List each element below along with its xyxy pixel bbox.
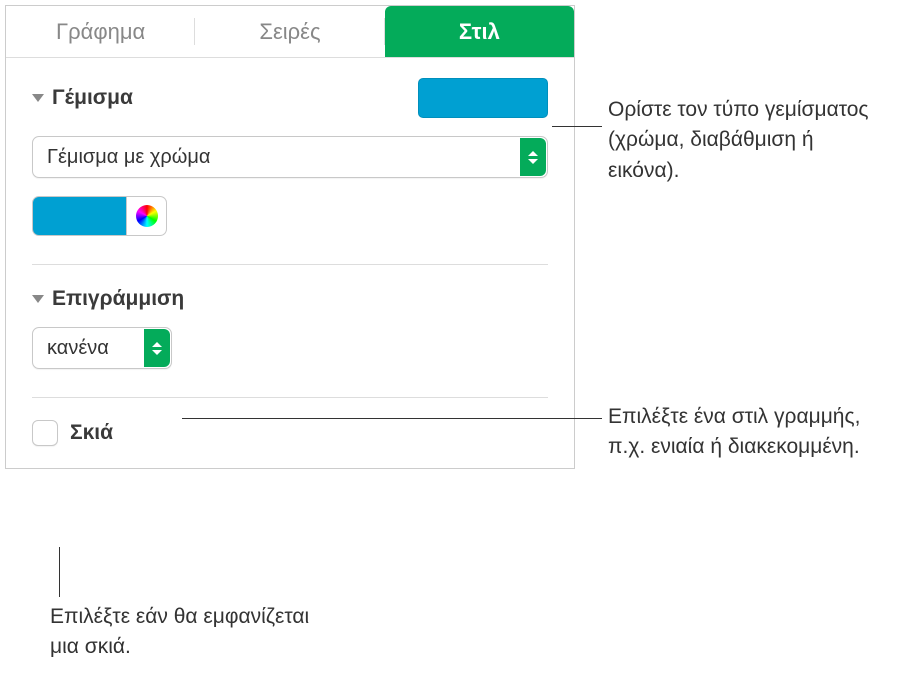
shadow-checkbox[interactable] <box>32 420 58 446</box>
fill-preview-swatch[interactable] <box>418 78 548 118</box>
callout-shadow-toggle: Επιλέξτε εάν θα εμφανίζεται μια σκιά. <box>50 602 310 663</box>
tab-chart[interactable]: Γράφημα <box>6 6 195 57</box>
chevron-down-icon[interactable] <box>32 94 44 102</box>
stroke-title: Επιγράμμιση <box>52 287 184 311</box>
callout-line-style: Επιλέξτε ένα στιλ γραμμής, π.χ. ενιαία ή… <box>608 402 878 463</box>
tab-series[interactable]: Σειρές <box>195 6 384 57</box>
inspector-panel: Γράφημα Σειρές Στιλ Γέμισμα Γέμισμα με χ… <box>5 5 575 469</box>
divider <box>32 397 548 398</box>
dropdown-stepper-icon <box>144 329 170 367</box>
callout-fill-type: Ορίστε τον τύπο γεμίσματος (χρώμα, διαβά… <box>608 95 888 186</box>
shadow-row: Σκιά <box>32 420 548 446</box>
tab-bar: Γράφημα Σειρές Στιλ <box>6 6 574 58</box>
chevron-down-icon[interactable] <box>32 295 44 303</box>
callout-line <box>182 418 602 419</box>
fill-section-header: Γέμισμα <box>32 78 548 118</box>
divider <box>32 264 548 265</box>
fill-color-swatch[interactable] <box>32 196 127 236</box>
shadow-label: Σκιά <box>70 421 113 445</box>
stroke-section-header: Επιγράμμιση <box>32 287 548 311</box>
fill-color-row <box>32 196 548 236</box>
color-wheel-button[interactable] <box>127 196 167 236</box>
callout-line <box>552 126 602 127</box>
fill-type-dropdown[interactable]: Γέμισμα με χρώμα <box>32 136 548 178</box>
dropdown-stepper-icon <box>520 138 546 176</box>
fill-title: Γέμισμα <box>52 86 133 110</box>
color-wheel-icon <box>136 205 158 227</box>
fill-type-value: Γέμισμα με χρώμα <box>47 146 533 169</box>
callout-line <box>59 547 60 597</box>
panel-body: Γέμισμα Γέμισμα με χρώμα Επιγράμμιση <box>6 58 574 468</box>
stroke-style-dropdown[interactable]: κανένα <box>32 327 172 369</box>
tab-style[interactable]: Στιλ <box>385 6 574 57</box>
stroke-style-value: κανένα <box>47 337 157 360</box>
